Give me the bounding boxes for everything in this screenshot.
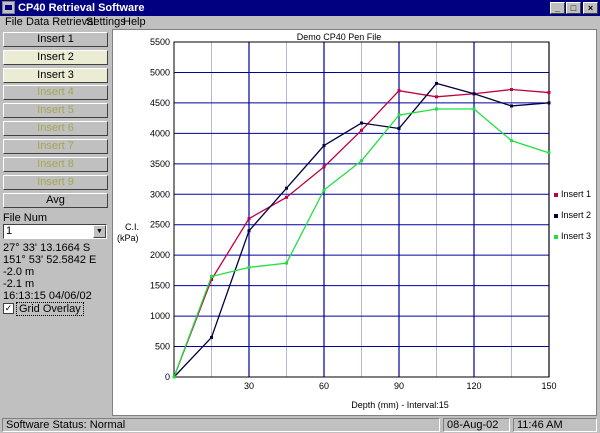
data-point [472, 92, 476, 96]
software-status: Software Status: Normal [2, 418, 440, 432]
data-point [547, 91, 551, 95]
data-point [435, 107, 438, 111]
x-axis-label: Depth (mm) - Interval:15 [351, 400, 449, 410]
data-point [510, 88, 513, 92]
sidebar-button-insert-5[interactable]: Insert 5 [3, 103, 108, 118]
y-tick-label: 1500 [150, 281, 170, 291]
y-tick-label: 0 [165, 372, 170, 382]
grid-overlay-label[interactable]: Grid Overlay [16, 302, 84, 316]
window-title: CP40 Retrieval Software [18, 2, 145, 14]
data-point [360, 159, 363, 163]
data-point [547, 151, 551, 155]
data-point [510, 139, 513, 143]
chevron-down-icon[interactable]: ▼ [93, 225, 106, 238]
data-point [397, 126, 401, 130]
title-bar: CP40 Retrieval Software _ □ × [0, 0, 600, 16]
data-point [247, 265, 251, 269]
sidebar-button-insert-3[interactable]: Insert 3 [3, 68, 108, 83]
data-point [547, 101, 551, 105]
sidebar-button-insert-8[interactable]: Insert 8 [3, 157, 108, 172]
data-point [360, 128, 363, 132]
sidebar-button-insert-4[interactable]: Insert 4 [3, 85, 108, 100]
sidebar-button-insert-9[interactable]: Insert 9 [3, 175, 108, 190]
elevation-text-1: -2.0 m [3, 266, 35, 278]
y-tick-label: 3000 [150, 189, 170, 199]
legend-label: Insert 3 [561, 231, 591, 241]
data-point [435, 95, 438, 99]
data-point [247, 229, 251, 233]
data-point [172, 375, 176, 379]
data-point [322, 165, 326, 169]
y-tick-label: 2500 [150, 220, 170, 230]
data-point [210, 335, 213, 339]
menu-bar: File Data Retrieval Settings Help [0, 16, 600, 29]
file-num-value: 1 [6, 225, 13, 237]
file-num-label: File Num [3, 212, 48, 224]
legend-swatch [554, 235, 558, 239]
data-point [397, 89, 401, 93]
y-tick-label: 5500 [150, 37, 170, 47]
minimize-button[interactable]: _ [550, 2, 565, 14]
sidebar-button-insert-2[interactable]: Insert 2 [3, 50, 108, 65]
longitude-text: 151° 53' 52.5842 E [3, 254, 97, 266]
legend-label: Insert 2 [561, 210, 591, 220]
data-point [285, 261, 288, 265]
data-point [210, 275, 213, 278]
y-tick-label: 500 [155, 342, 170, 352]
maximize-button[interactable]: □ [566, 2, 581, 14]
data-point [472, 107, 476, 111]
grid-overlay-checkbox[interactable]: ✓ [3, 303, 14, 314]
sidebar-button-insert-1[interactable]: Insert 1 [3, 32, 108, 47]
data-point [285, 195, 288, 199]
file-num-select[interactable]: 1 ▼ [3, 224, 107, 239]
close-button[interactable]: × [583, 2, 598, 14]
menu-settings[interactable]: Settings [86, 16, 126, 29]
data-point [322, 188, 326, 192]
y-tick-label: 4000 [150, 128, 170, 138]
data-point [510, 104, 513, 108]
x-tick-label: 150 [541, 381, 556, 391]
legend-label: Insert 1 [561, 189, 591, 199]
y-tick-label: 1000 [150, 311, 170, 321]
data-point [322, 144, 326, 148]
data-point [397, 113, 401, 117]
data-point [360, 121, 363, 125]
chart-panel: Demo CP40 Pen File C.I. (kPa) Depth (mm)… [112, 29, 597, 416]
control-panel: Insert 1 Insert 2 Insert 3 Insert 4 Insert 5… [0, 29, 112, 416]
sidebar-button-insert-6[interactable]: Insert 6 [3, 121, 108, 136]
elevation-text-2: -2.1 m [3, 278, 35, 290]
sidebar-button-insert-7[interactable]: Insert 7 [3, 139, 108, 154]
y-tick-label: 5000 [150, 67, 170, 77]
menu-file[interactable]: File [5, 16, 23, 29]
x-tick-label: 30 [244, 381, 254, 391]
sidebar-button-avg[interactable]: Avg [3, 193, 108, 208]
status-bar: Software Status: Normal 08-Aug-02 11:46 … [0, 416, 600, 433]
chart-title: Demo CP40 Pen File [297, 32, 382, 42]
y-axis-label-line2: (kPa) [117, 233, 139, 243]
latitude-text: 27° 33' 13.1664 S [3, 242, 91, 254]
data-point [285, 186, 288, 190]
data-point [247, 217, 251, 221]
menu-help[interactable]: Help [123, 16, 146, 29]
legend-swatch [554, 193, 558, 197]
y-tick-label: 4500 [150, 98, 170, 108]
x-tick-label: 90 [394, 381, 404, 391]
y-tick-label: 2000 [150, 250, 170, 260]
legend-swatch [554, 214, 558, 218]
x-tick-label: 120 [466, 381, 481, 391]
y-tick-label: 3500 [150, 159, 170, 169]
y-axis-label-line1: C.I. [125, 222, 139, 232]
timestamp-text: 16:13:15 04/06/02 [3, 290, 92, 302]
status-date: 08-Aug-02 [443, 418, 510, 432]
app-icon[interactable] [2, 1, 15, 14]
data-point [435, 81, 438, 85]
x-tick-label: 60 [319, 381, 329, 391]
penetration-chart: Demo CP40 Pen File C.I. (kPa) Depth (mm)… [117, 32, 591, 410]
status-time: 11:46 AM [513, 418, 597, 432]
